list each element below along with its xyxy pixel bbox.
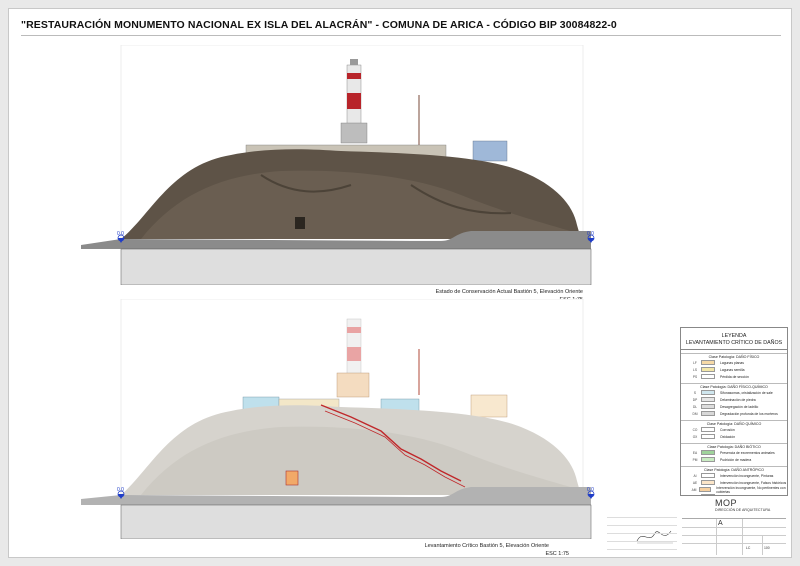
caption-top: Estado de Conservación Actual Bastión 5,…: [435, 289, 583, 295]
legend-item: DL Desagregación de ladrillo: [681, 403, 787, 410]
legend-color-swatch: [701, 473, 715, 478]
legend-item-code: LF: [693, 360, 697, 365]
sheet-code: LC: [746, 546, 751, 550]
legend-body: Clase Patología: DAÑO FÍSICO LF Lagunas pl…: [681, 353, 787, 500]
legend-color-swatch: [701, 390, 715, 395]
legend-item-label: Pérdida de sección: [720, 374, 749, 379]
legend-item-code: CO: [692, 427, 698, 432]
legend-item-label: Degradación profunda de los morteros: [720, 411, 778, 416]
elevation-current-state: 0.0 0.0: [81, 45, 601, 285]
legend-item: OX Oxidación: [681, 433, 787, 440]
legend-item-code: AI: [693, 473, 697, 478]
legend-item-code: PM: [692, 457, 698, 462]
drawing-sheet: "RESTAURACIÓN MONUMENTO NACIONAL EX ISLA…: [8, 8, 792, 558]
elevation-current-state-drawing: 0.0 0.0: [81, 45, 595, 285]
legend-item: CO Corrosión: [681, 426, 787, 433]
title-block-grid: [682, 518, 786, 555]
level-marker-top-left: 0.0: [117, 231, 124, 237]
legend-color-swatch: [701, 404, 715, 409]
legend-item: PS Pérdida de sección: [681, 373, 787, 380]
legend-title-line2: LEVANTAMIENTO CRÍTICO DE DAÑOS: [685, 339, 783, 346]
level-marker-bottom-left: 0.0: [117, 487, 124, 493]
sheet-letter: A: [718, 520, 723, 527]
legend-item-code: S: [693, 390, 697, 395]
legend-item-label: Presencia de excrementos animales: [720, 450, 775, 455]
legend-item-code: EA: [692, 450, 698, 455]
legend-item-code: DL: [692, 404, 698, 409]
legend-item-label: Corrosión: [720, 427, 735, 432]
legend-item-code: AM: [691, 487, 697, 492]
legend-item-code: DM: [692, 411, 698, 416]
legend-item: AM Intervención incongruente, No pertinen…: [681, 485, 787, 494]
elevation-critical-survey: 0.0 0.0: [81, 299, 601, 539]
ministry-name: MOP: [715, 498, 738, 508]
legend-item-label: Pudrición de madera: [720, 457, 752, 462]
legend-item-label: Intervención incongruente, No pertinente…: [716, 485, 786, 494]
revision-block: [605, 509, 679, 557]
legend-item-code: OX: [692, 434, 698, 439]
legend-item-label: Sifonasomas, cristalización de sale: [720, 390, 773, 395]
revision-rule: [607, 525, 677, 526]
legend-item: S Sifonasomas, cristalización de sale: [681, 389, 787, 396]
document-title: "RESTAURACIÓN MONUMENTO NACIONAL EX ISLA…: [21, 19, 617, 31]
revision-rule: [607, 541, 677, 542]
tb-rule: [742, 519, 743, 555]
title-block: MOP DIRECCIÓN DE ARQUITECTURA A LC 100: [680, 495, 788, 555]
legend-color-swatch: [701, 427, 715, 432]
tb-rule: [762, 535, 763, 555]
legend-item-label: Lagunas semilla: [720, 367, 745, 372]
legend-color-swatch: [701, 360, 715, 365]
legend-item: AI Intervención incongruente, Pinturas: [681, 472, 787, 479]
tb-rule: [682, 527, 786, 528]
legend-color-swatch: [701, 397, 715, 402]
legend-color-swatch: [699, 487, 712, 492]
revision-rule: [607, 533, 677, 534]
legend-item: LF Lagunas planas: [681, 359, 787, 366]
tb-rule: [716, 519, 717, 555]
legend-color-swatch: [701, 480, 715, 485]
legend-color-swatch: [701, 457, 715, 462]
legend-color-swatch: [701, 434, 715, 439]
legend-item-code: AE: [692, 480, 698, 485]
caption-bottom: Levantamiento Crítico Bastión 5, Elevaci…: [424, 543, 549, 549]
legend-item-label: Lagunas planas: [720, 360, 744, 365]
legend-item: PM Pudrición de madera: [681, 456, 787, 463]
legend-item: LS Lagunas semilla: [681, 366, 787, 373]
elevation-critical-survey-drawing: 0.0 0.0: [81, 299, 595, 539]
legend-color-swatch: [701, 367, 715, 372]
legend-color-swatch: [701, 411, 715, 416]
legend-item-label: Desagregación de ladrillo: [720, 404, 759, 409]
scale-bottom: ESC 1:75: [545, 551, 569, 557]
legend-item-code: DP: [692, 397, 698, 402]
legend-item-label: Oxidación: [720, 434, 736, 439]
revision-rule: [607, 549, 677, 550]
level-marker-top-right: 0.0: [587, 231, 594, 237]
legend-title: LEYENDA LEVANTAMIENTO CRÍTICO DE DAÑOS: [681, 328, 787, 350]
legend-item-label: Delaminación de piedra: [720, 397, 756, 402]
direction-name: DIRECCIÓN DE ARQUITECTURA: [715, 508, 771, 512]
legend-color-swatch: [701, 374, 715, 379]
legend-item: EA Presencia de excrementos animales: [681, 449, 787, 456]
sheet-number: 100: [764, 546, 770, 550]
legend-item-label: Intervención incongruente, Falsos histór…: [720, 480, 787, 485]
legend-item-code: PS: [692, 374, 698, 379]
level-marker-bottom-right: 0.0: [587, 487, 594, 493]
tb-rule: [682, 535, 786, 536]
legend-item: DM Degradación profunda de los morteros: [681, 410, 787, 417]
title-rule: [21, 35, 781, 36]
legend-item-label: Intervención incongruente, Pinturas: [720, 473, 774, 478]
tb-rule: [682, 543, 786, 544]
legend-item-code: LS: [693, 367, 697, 372]
legend-item: DP Delaminación de piedra: [681, 396, 787, 403]
legend-color-swatch: [701, 450, 715, 455]
revision-rule: [607, 517, 677, 518]
